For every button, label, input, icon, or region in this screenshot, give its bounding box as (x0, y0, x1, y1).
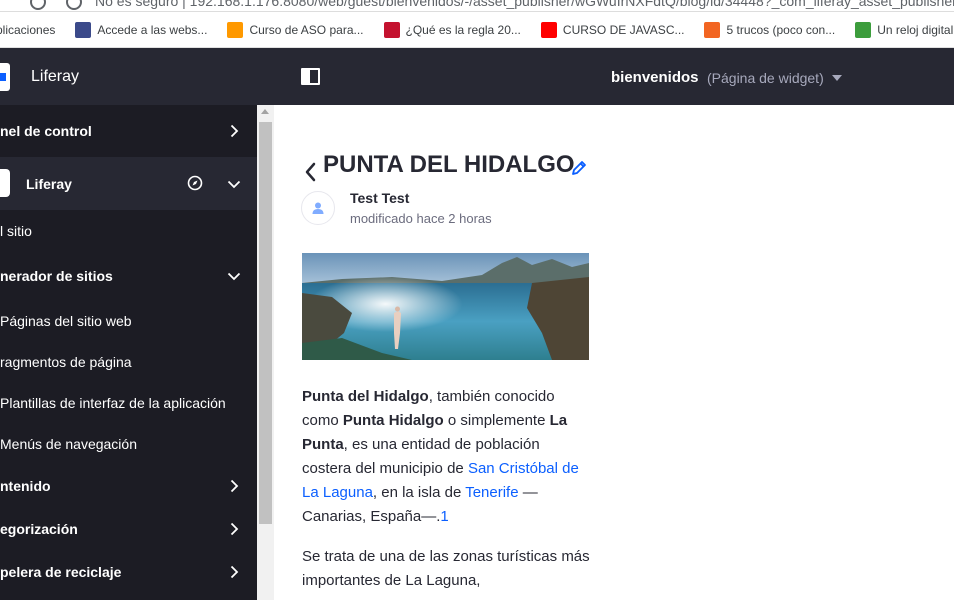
sidebar-item[interactable]: nel de control (0, 105, 257, 157)
user-icon (312, 202, 324, 214)
sidebar-menu: nel de control Liferay l sitio nerador de s… (0, 105, 257, 600)
chevron-down-icon[interactable] (227, 269, 241, 283)
sidebar-item-label: ntenido (0, 477, 51, 494)
chevron-right-icon[interactable] (227, 479, 241, 493)
article-image (302, 253, 589, 360)
liferay-logo-icon (0, 63, 10, 91)
sidebar-item[interactable]: Páginas del sitio web (0, 300, 257, 341)
scrollbar-thumb[interactable] (259, 122, 272, 524)
bookmark-item[interactable]: plicaciones (0, 12, 55, 48)
bookmark-label: CURSO DE JAVASC... (562, 22, 685, 37)
bookmark-item[interactable]: CURSO DE JAVASC... (540, 12, 685, 48)
back-nav-icon[interactable] (30, 0, 46, 10)
url-text[interactable]: No es seguro | 192.168.1.176:8080/web/gu… (95, 0, 954, 9)
sidebar-item[interactable]: ntenido (0, 464, 257, 507)
text-span: , en la isla de (372, 484, 466, 501)
link-tenerife[interactable]: Tenerife (465, 484, 518, 501)
bold-text: Punta del Hidalgo (302, 388, 429, 405)
sidebar-item[interactable]: Menús de navegación (0, 423, 257, 464)
sidebar-item[interactable]: nerador de sitios (0, 252, 257, 300)
author-avatar (301, 191, 335, 225)
main-content: PUNTA DEL HIDALGO Test Test modificado h… (274, 105, 954, 600)
muy-icon (383, 21, 400, 38)
article-paragraph-2: Se trata de una de las zonas turísticas … (302, 548, 590, 589)
sidebar-item[interactable]: Liferay (0, 157, 257, 210)
bookmark-item[interactable]: ¿Qué es la regla 20... (383, 12, 521, 48)
bookmark-label: Curso de ASO para... (249, 22, 364, 37)
sidebar-item-label: Páginas del sitio web (0, 312, 132, 329)
bold-text: Punta Hidalgo (342, 412, 444, 429)
modified-date: modificado hace 2 horas (350, 211, 492, 226)
code-icon (855, 21, 872, 38)
edit-pencil-icon[interactable] (570, 159, 588, 177)
sidebar-toggle-icon[interactable] (301, 68, 320, 85)
sidebar-item-label: Menús de navegación (0, 435, 137, 452)
chevron-down-icon[interactable] (227, 177, 241, 191)
bookmark-label: ¿Qué es la regla 20... (405, 22, 521, 37)
sidebar-item-label: pelera de reciclaje (0, 563, 122, 580)
chevron-right-icon[interactable] (227, 124, 241, 138)
article-paragraph-1: Punta del Hidalgo, también conocido como… (302, 385, 592, 529)
chevron-right-icon[interactable] (227, 565, 241, 579)
reference-link[interactable]: 1 (440, 508, 448, 525)
scroll-up-icon[interactable] (261, 109, 269, 114)
caret-down-icon[interactable] (832, 75, 842, 81)
page-title: bienvenidos (611, 69, 699, 86)
bookmark-label: plicaciones (0, 22, 56, 37)
sidebar-item-label: l sitio (0, 223, 32, 239)
l-icon (704, 21, 721, 38)
sidebar-title: Liferay (31, 68, 80, 85)
sidebar-item-label: ragmentos de página (0, 353, 132, 370)
sidebar-item-label: Plantillas de interfaz de la aplicación (0, 394, 226, 411)
youtube-icon (540, 21, 557, 38)
sidebar-item[interactable]: egorización (0, 507, 257, 550)
bookmark-label: Accede a las webs... (97, 22, 208, 37)
sidebar-item-label: nerador de sitios (0, 268, 113, 284)
bookmark-label: Un reloj digital c (877, 22, 954, 37)
article-title: PUNTA DEL HIDALGO (323, 151, 575, 178)
sidebar-scrollbar[interactable] (257, 105, 274, 600)
author-name: Test Test (350, 190, 410, 206)
sidebar-header: Liferay (0, 48, 274, 105)
control-menu: bienvenidos (Página de widget) (274, 48, 954, 105)
bookmarks-bar: plicaciones Accede a las webs... Curso de … (0, 12, 954, 48)
bookmark-item[interactable]: Curso de ASO para... (227, 12, 364, 48)
sidebar-item-label: egorización (0, 520, 78, 537)
az-icon (75, 21, 92, 38)
page-type: (Página de widget) (707, 70, 824, 86)
sidebar-item[interactable]: ragmentos de página (0, 341, 257, 382)
bookmark-item[interactable]: Accede a las webs... (75, 12, 207, 48)
sidebar-item[interactable]: pelera de reciclaje (0, 550, 257, 593)
sidebar-item[interactable]: l sitio (0, 210, 257, 252)
browser-url-bar[interactable]: No es seguro | 192.168.1.176:8080/web/gu… (0, 0, 954, 12)
product-menu-sidebar: Liferay nel de control Liferay l sitio nera… (0, 48, 274, 600)
site-logo-icon (0, 169, 10, 197)
chevron-right-icon[interactable] (227, 522, 241, 536)
sidebar-item-label: Liferay (26, 175, 72, 192)
reload-icon[interactable] (66, 0, 82, 10)
sidebar-item-label: nel de control (0, 123, 92, 139)
back-arrow-icon[interactable] (304, 162, 316, 182)
bookmark-item[interactable]: 5 trucos (poco con... (704, 12, 835, 48)
sidebar-item[interactable]: Plantillas de interfaz de la aplicación (0, 382, 257, 423)
bookmark-item[interactable]: Un reloj digital c (855, 12, 954, 48)
text-span: o simplemente (443, 412, 550, 429)
amazon-icon (227, 21, 244, 38)
compass-icon[interactable] (187, 175, 203, 191)
bookmark-label: 5 trucos (poco con... (726, 22, 836, 37)
